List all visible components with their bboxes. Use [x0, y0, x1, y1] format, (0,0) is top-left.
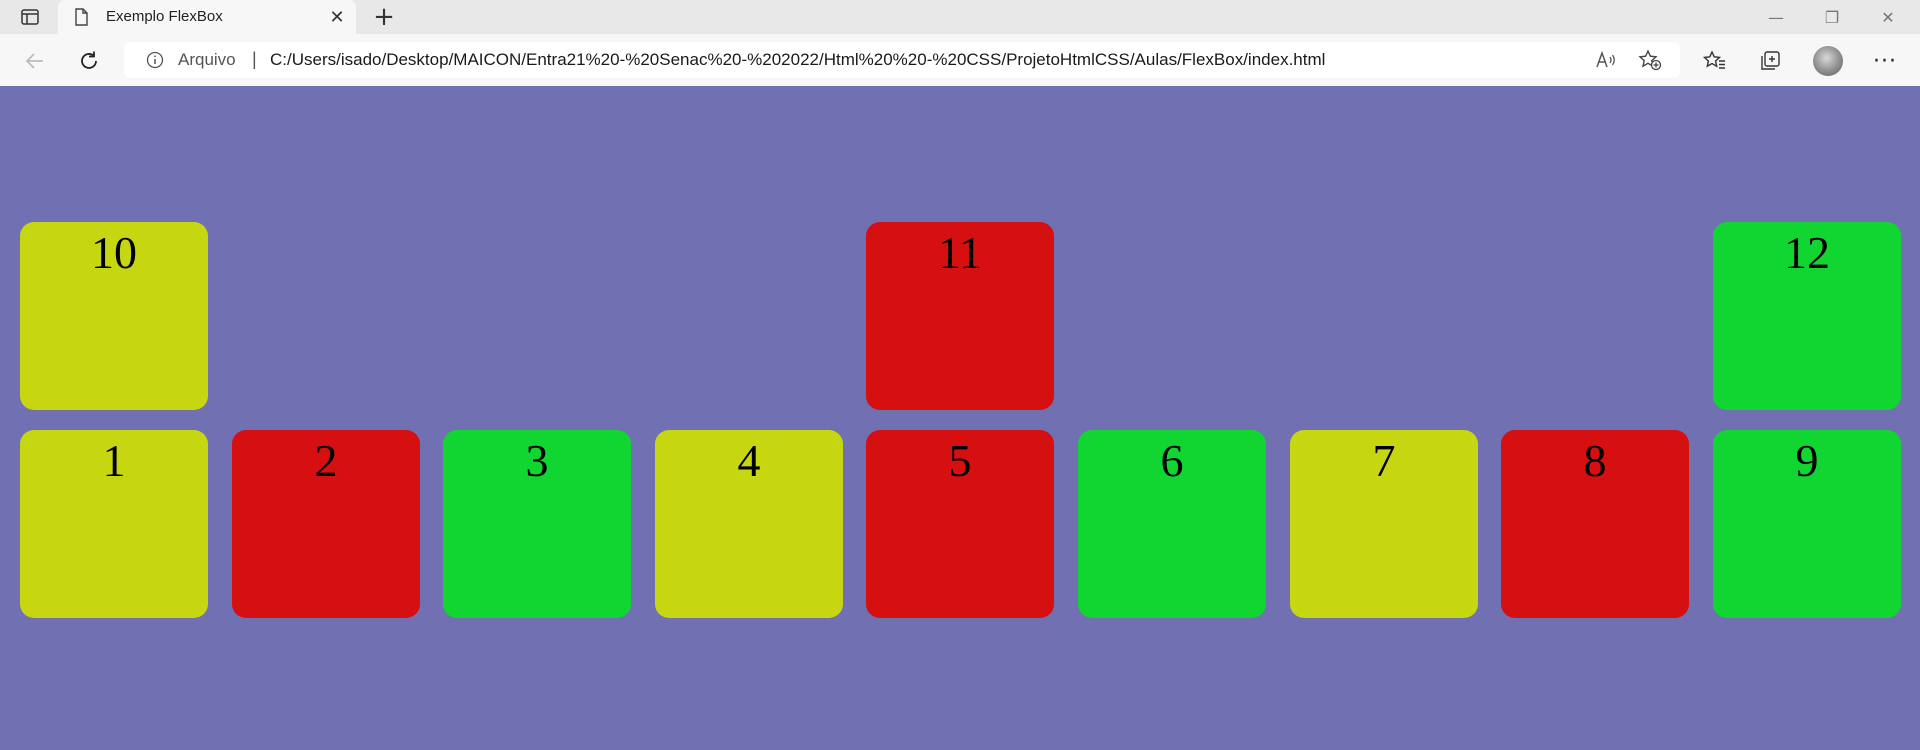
read-aloud-icon[interactable] — [1594, 48, 1618, 72]
address-separator: | — [252, 49, 257, 69]
restore-button[interactable]: ❐ — [1810, 0, 1854, 34]
flex-box-1: 1 — [20, 430, 208, 618]
flex-box-5: 5 — [866, 430, 1054, 618]
back-arrow-icon[interactable] — [18, 44, 52, 78]
profile-avatar[interactable] — [1813, 46, 1843, 76]
tab-title: Exemplo FlexBox — [106, 8, 223, 25]
tab-close-button[interactable]: ✕ — [326, 6, 348, 28]
flex-box-9: 9 — [1713, 430, 1901, 618]
flex-box-3: 3 — [443, 430, 631, 618]
tab-active[interactable]: Exemplo FlexBox ✕ — [58, 0, 356, 34]
flex-box-7: 7 — [1290, 430, 1478, 618]
info-icon[interactable] — [146, 51, 164, 69]
close-window-button[interactable]: ✕ — [1866, 0, 1910, 34]
flex-box-8: 8 — [1501, 430, 1689, 618]
flex-box-6: 6 — [1078, 430, 1266, 618]
browser-chrome: Exemplo FlexBox ✕ + — ❐ ✕ Arquivo | C:/U… — [0, 0, 1920, 87]
new-tab-button[interactable]: + — [368, 2, 400, 32]
url-text[interactable]: C:/Users/isado/Desktop/MAICON/Entra21%20… — [270, 50, 1325, 70]
page-content: 10 11 12 1 2 3 4 5 6 7 8 9 — [0, 86, 1920, 750]
flex-box-2: 2 — [232, 430, 420, 618]
more-menu-button[interactable]: ··· — [1868, 46, 1902, 76]
minimize-button[interactable]: — — [1754, 0, 1798, 34]
flex-box-10: 10 — [20, 222, 208, 410]
page-icon — [72, 8, 90, 26]
add-favorite-icon[interactable] — [1638, 48, 1662, 72]
toolbar: Arquivo | C:/Users/isado/Desktop/MAICON/… — [0, 34, 1920, 87]
flex-box-12: 12 — [1713, 222, 1901, 410]
favorites-icon[interactable] — [1700, 46, 1730, 76]
tab-bar: Exemplo FlexBox ✕ + — ❐ ✕ — [0, 0, 1920, 34]
flex-box-11: 11 — [866, 222, 1054, 410]
flex-box-4: 4 — [655, 430, 843, 618]
refresh-icon[interactable] — [72, 44, 106, 78]
address-bar[interactable]: Arquivo | C:/Users/isado/Desktop/MAICON/… — [124, 42, 1680, 78]
tab-actions-icon[interactable] — [14, 6, 46, 28]
site-info-label[interactable]: Arquivo — [178, 50, 236, 70]
collections-icon[interactable] — [1755, 46, 1785, 76]
